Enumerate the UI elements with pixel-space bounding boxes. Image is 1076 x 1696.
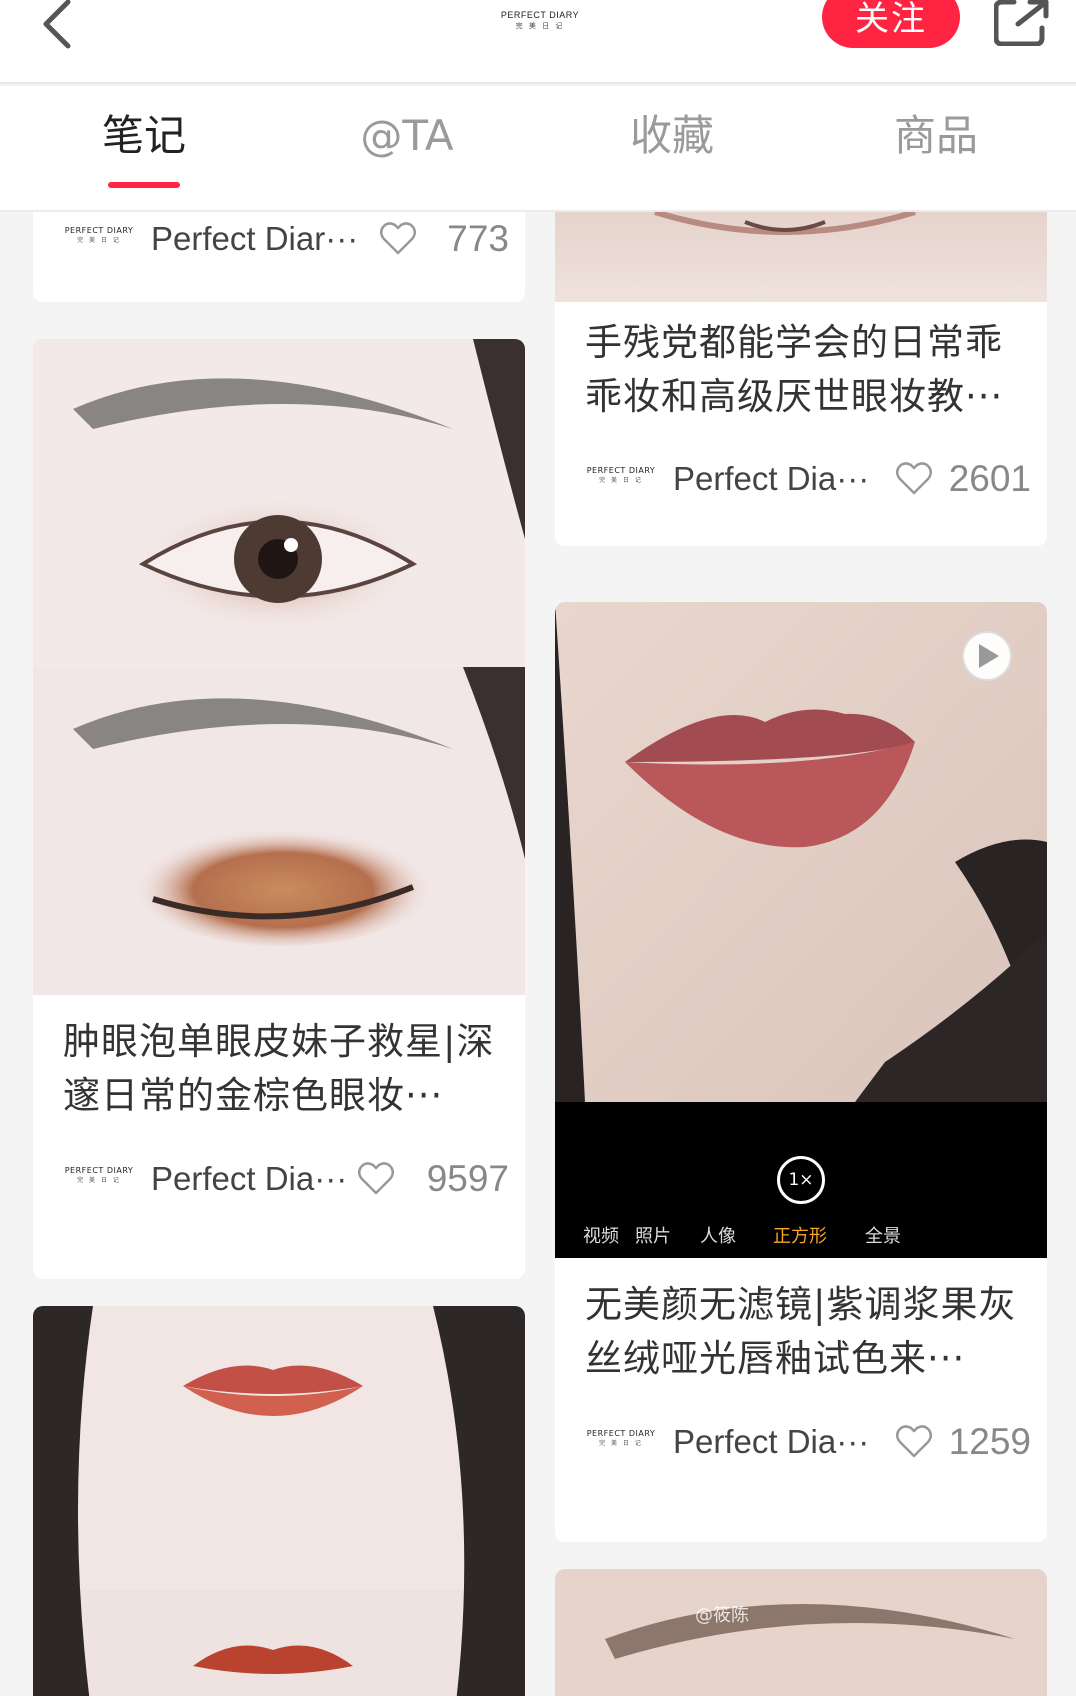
author-avatar-line1: PERFECT DIARY <box>586 466 656 475</box>
heart-icon[interactable] <box>379 220 417 256</box>
note-meta: PERFECT DIARY 完 美 日 记 Perfect Diar··· 77… <box>63 214 509 264</box>
top-bar: PERFECT DIARY 完 美 日 记 关注 <box>0 0 1076 84</box>
camera-mode: 全景 <box>865 1226 901 1247</box>
camera-mode: 视频 <box>583 1226 619 1247</box>
note-card[interactable]: @筱陈 <box>555 1569 1047 1696</box>
notes-feed: PERFECT DIARY 完 美 日 记 Perfect Diar··· 77… <box>0 212 1076 1696</box>
author-avatar: PERFECT DIARY 完 美 日 记 <box>585 1429 657 1447</box>
like-count: 9597 <box>426 1158 509 1199</box>
author-avatar-line2: 完 美 日 记 <box>599 477 643 484</box>
like-count: 1259 <box>948 1421 1031 1462</box>
author-name: Perfect Dia··· <box>673 460 870 497</box>
heart-icon[interactable] <box>357 1160 395 1196</box>
image-watermark: @筱陈 <box>695 1605 749 1626</box>
note-card[interactable]: PERFECT DIARY 完 美 日 记 Perfect Diar··· 77… <box>33 212 525 302</box>
author-avatar-line1: PERFECT DIARY <box>586 1429 656 1438</box>
active-tab-indicator <box>108 182 180 188</box>
note-card[interactable]: 1× 视频 照片 人像 正方形 全景 无美颜无滤镜|紫调浆果灰丝绒哑光唇釉试色来… <box>555 602 1047 1542</box>
heart-icon[interactable] <box>895 1423 933 1459</box>
tab-products-label: 商品 <box>893 111 978 160</box>
like-count: 773 <box>447 218 509 259</box>
note-cover-image <box>33 1306 525 1696</box>
author-name: Perfect Dia··· <box>673 1423 870 1460</box>
brand-logo-line1: PERFECT DIARY <box>500 10 580 20</box>
tab-favorites-label: 收藏 <box>629 111 714 160</box>
tab-mentions-label: @TA <box>360 111 454 160</box>
camera-mode: 人像 <box>700 1226 736 1247</box>
camera-mode-selected: 正方形 <box>773 1226 827 1247</box>
note-card[interactable]: 手残党都能学会的日常乖乖妆和高级厌世眼妆教··· PERFECT DIARY 完… <box>555 212 1047 546</box>
share-icon[interactable] <box>994 0 1050 46</box>
note-cover-image: @筱陈 <box>555 1569 1047 1696</box>
back-icon[interactable] <box>36 0 86 56</box>
heart-icon[interactable] <box>895 460 933 496</box>
note-title: 肿眼泡单眼皮妹子救星|深邃日常的金棕色眼妆··· <box>63 1020 495 1117</box>
camera-zoom-indicator: 1× <box>777 1156 825 1204</box>
author-avatar-line2: 完 美 日 记 <box>77 1177 121 1184</box>
author-avatar-line1: PERFECT DIARY <box>64 1166 134 1175</box>
note-card[interactable]: 肿眼泡单眼皮妹子救星|深邃日常的金棕色眼妆··· PERFECT DIARY 完… <box>33 339 525 1279</box>
note-cover-image <box>33 339 525 995</box>
brand-logo-line2: 完 美 日 记 <box>515 22 565 30</box>
author-avatar-line2: 完 美 日 记 <box>77 237 121 244</box>
note-cover-image: 1× 视频 照片 人像 正方形 全景 <box>555 602 1047 1258</box>
author-avatar: PERFECT DIARY 完 美 日 记 <box>63 226 135 244</box>
author-avatar: PERFECT DIARY 完 美 日 记 <box>585 466 657 484</box>
profile-tabs: 笔记 @TA 收藏 商品 <box>0 86 1076 212</box>
author-avatar-line2: 完 美 日 记 <box>599 1440 643 1447</box>
play-icon[interactable] <box>961 630 1013 682</box>
note-cover-image <box>555 212 1047 302</box>
note-meta: PERFECT DIARY 完 美 日 记 Perfect Dia··· 125… <box>585 1417 1031 1467</box>
note-title: 手残党都能学会的日常乖乖妆和高级厌世眼妆教··· <box>585 321 1004 418</box>
author-avatar-line1: PERFECT DIARY <box>64 226 134 235</box>
note-card[interactable] <box>33 1306 525 1696</box>
tab-favorites[interactable]: 收藏 <box>572 86 772 212</box>
note-meta: PERFECT DIARY 完 美 日 记 Perfect Dia··· 260… <box>585 454 1031 504</box>
tab-mentions[interactable]: @TA <box>307 86 507 212</box>
author-name: Perfect Dia··· <box>151 1160 348 1197</box>
note-meta: PERFECT DIARY 完 美 日 记 Perfect Dia··· 959… <box>63 1154 509 1204</box>
like-count: 2601 <box>948 458 1031 499</box>
follow-button[interactable]: 关注 <box>822 0 960 48</box>
author-avatar: PERFECT DIARY 完 美 日 记 <box>63 1166 135 1184</box>
tab-notes[interactable]: 笔记 <box>44 86 244 212</box>
camera-mode: 照片 <box>635 1226 671 1247</box>
author-name: Perfect Diar··· <box>151 220 359 257</box>
tab-notes-label: 笔记 <box>101 111 186 160</box>
brand-logo: PERFECT DIARY 完 美 日 记 <box>480 10 600 31</box>
tab-products[interactable]: 商品 <box>836 86 1036 212</box>
note-title: 无美颜无滤镜|紫调浆果灰丝绒哑光唇釉试色来··· <box>585 1283 1017 1380</box>
